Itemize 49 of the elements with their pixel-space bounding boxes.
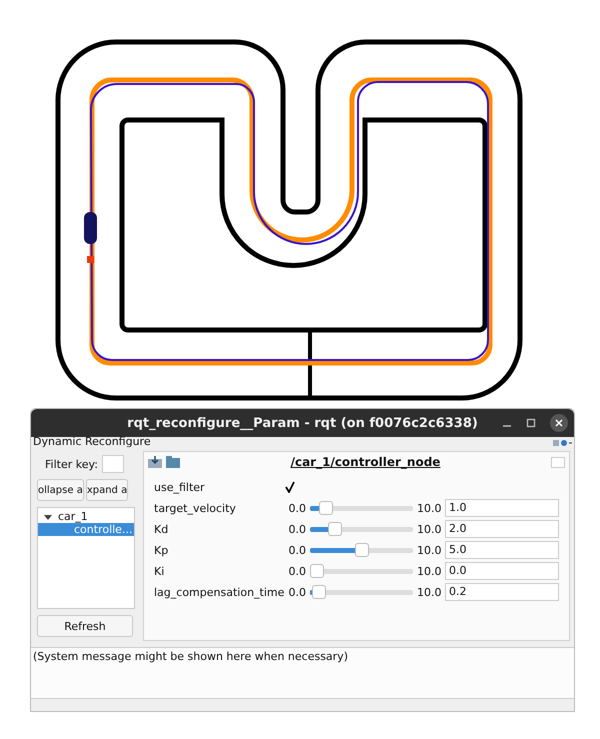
slider-max: 10.0 — [417, 586, 439, 598]
param-name: Ki — [154, 564, 166, 578]
slider[interactable] — [310, 522, 413, 536]
tree-item[interactable]: car_1 — [58, 510, 88, 523]
slider-max: 10.0 — [417, 502, 439, 514]
node-title: /car_1/controller_node — [290, 455, 442, 469]
param-name: target_velocity — [154, 502, 237, 514]
param-name: use_filter — [154, 480, 206, 494]
value-field[interactable]: 5.0 — [445, 541, 559, 559]
param-name: Kp — [154, 544, 170, 556]
value-field[interactable]: 2.0 — [445, 520, 559, 538]
slider[interactable] — [310, 543, 413, 557]
value-field[interactable]: 0.0 — [445, 562, 559, 580]
window-title: rqt_reconfigure__Param - rqt (on f0076c2c6338) — [127, 416, 478, 430]
slider-min: 0.0 — [288, 544, 306, 556]
slider-max: 10.0 — [417, 544, 439, 556]
slider-min: 0.0 — [288, 564, 306, 578]
checkbox[interactable] — [284, 480, 296, 494]
tree-button[interactable]: xpand a — [86, 479, 128, 501]
slider-thumb[interactable] — [318, 501, 333, 515]
slider-thumb[interactable] — [328, 522, 342, 536]
slider[interactable] — [310, 564, 413, 578]
param-name: Kd — [154, 522, 170, 536]
status-message: (System message might be shown here when necessary) — [31, 647, 574, 699]
slider-min: 0.0 — [288, 586, 306, 598]
tree-button[interactable]: ollapse a — [37, 479, 84, 501]
slider-max: 10.0 — [417, 522, 439, 536]
value-field[interactable]: 0.2 — [445, 583, 559, 601]
slider-max: 10.0 — [417, 564, 439, 578]
slider-thumb[interactable] — [354, 543, 368, 557]
toolbar-icon[interactable] — [552, 439, 572, 447]
slider-min: 0.0 — [288, 522, 306, 536]
expand-arrow-icon[interactable] — [44, 512, 52, 520]
slider[interactable] — [310, 585, 413, 599]
download-icon[interactable] — [148, 456, 162, 468]
filter-label: Filter key: — [45, 458, 98, 470]
maximize-icon[interactable] — [526, 418, 536, 428]
slider-thumb[interactable] — [312, 585, 326, 599]
refresh-button[interactable]: Refresh — [37, 615, 133, 637]
slider-thumb[interactable] — [310, 564, 324, 578]
slider[interactable] — [310, 501, 413, 515]
close-icon[interactable] — [550, 414, 568, 432]
tree-item[interactable]: controlle... — [38, 523, 134, 536]
folder-icon[interactable] — [166, 456, 180, 468]
slider-min: 0.0 — [288, 502, 306, 514]
value-field[interactable]: 1.0 — [445, 499, 559, 517]
param-name: lag_compensation_time — [154, 586, 284, 598]
plugin-title: Dynamic Reconfigure — [33, 437, 151, 447]
filter-input[interactable] — [102, 455, 124, 473]
